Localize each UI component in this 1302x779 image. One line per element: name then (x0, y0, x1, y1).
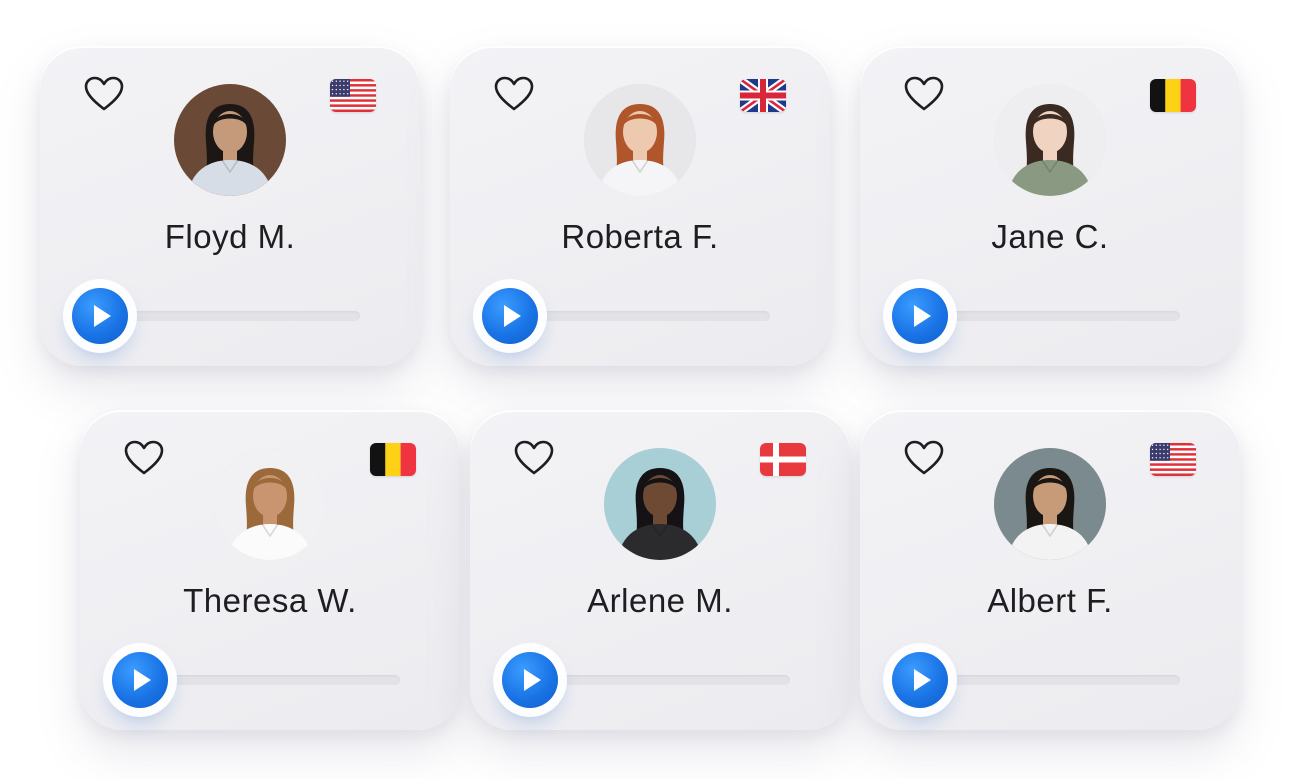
heart-icon[interactable] (84, 76, 124, 112)
avatar (994, 84, 1106, 196)
flag-icon (370, 443, 416, 476)
voice-card[interactable]: Theresa W. (80, 410, 460, 730)
heart-icon[interactable] (124, 440, 164, 476)
play-button[interactable] (892, 652, 948, 708)
avatar (584, 84, 696, 196)
progress-track[interactable] (112, 311, 360, 321)
play-button[interactable] (112, 652, 168, 708)
progress-track[interactable] (522, 311, 770, 321)
avatar (604, 448, 716, 560)
play-button[interactable] (502, 652, 558, 708)
heart-icon[interactable] (904, 440, 944, 476)
voice-card[interactable]: Arlene M. (470, 410, 850, 730)
voice-card[interactable]: Albert F. (860, 410, 1240, 730)
progress-track[interactable] (152, 675, 400, 685)
play-button[interactable] (72, 288, 128, 344)
audio-player (482, 286, 798, 346)
progress-track[interactable] (542, 675, 790, 685)
voice-card-grid: Floyd M. Roberta F. Jane C. Theresa W. A… (0, 0, 1302, 779)
voice-name: Arlene M. (587, 582, 733, 619)
flag-icon (330, 79, 376, 112)
flag-icon (1150, 79, 1196, 112)
flag-icon (740, 79, 786, 112)
play-button[interactable] (482, 288, 538, 344)
voice-name: Roberta F. (561, 218, 719, 255)
avatar (994, 448, 1106, 560)
audio-player (892, 286, 1208, 346)
voice-card[interactable]: Floyd M. (40, 46, 420, 366)
voice-name: Jane C. (991, 218, 1109, 255)
progress-track[interactable] (932, 311, 1180, 321)
voice-card[interactable]: Jane C. (860, 46, 1240, 366)
avatar (214, 448, 326, 560)
heart-icon[interactable] (904, 76, 944, 112)
play-button[interactable] (892, 288, 948, 344)
voice-card[interactable]: Roberta F. (450, 46, 830, 366)
heart-icon[interactable] (514, 440, 554, 476)
flag-icon (1150, 443, 1196, 476)
audio-player (502, 650, 818, 710)
audio-player (72, 286, 388, 346)
heart-icon[interactable] (494, 76, 534, 112)
audio-player (112, 650, 428, 710)
voice-name: Floyd M. (164, 218, 296, 255)
avatar (174, 84, 286, 196)
progress-track[interactable] (932, 675, 1180, 685)
flag-icon (760, 443, 806, 476)
voice-name: Albert F. (987, 582, 1113, 619)
voice-name: Theresa W. (183, 582, 357, 619)
audio-player (892, 650, 1208, 710)
